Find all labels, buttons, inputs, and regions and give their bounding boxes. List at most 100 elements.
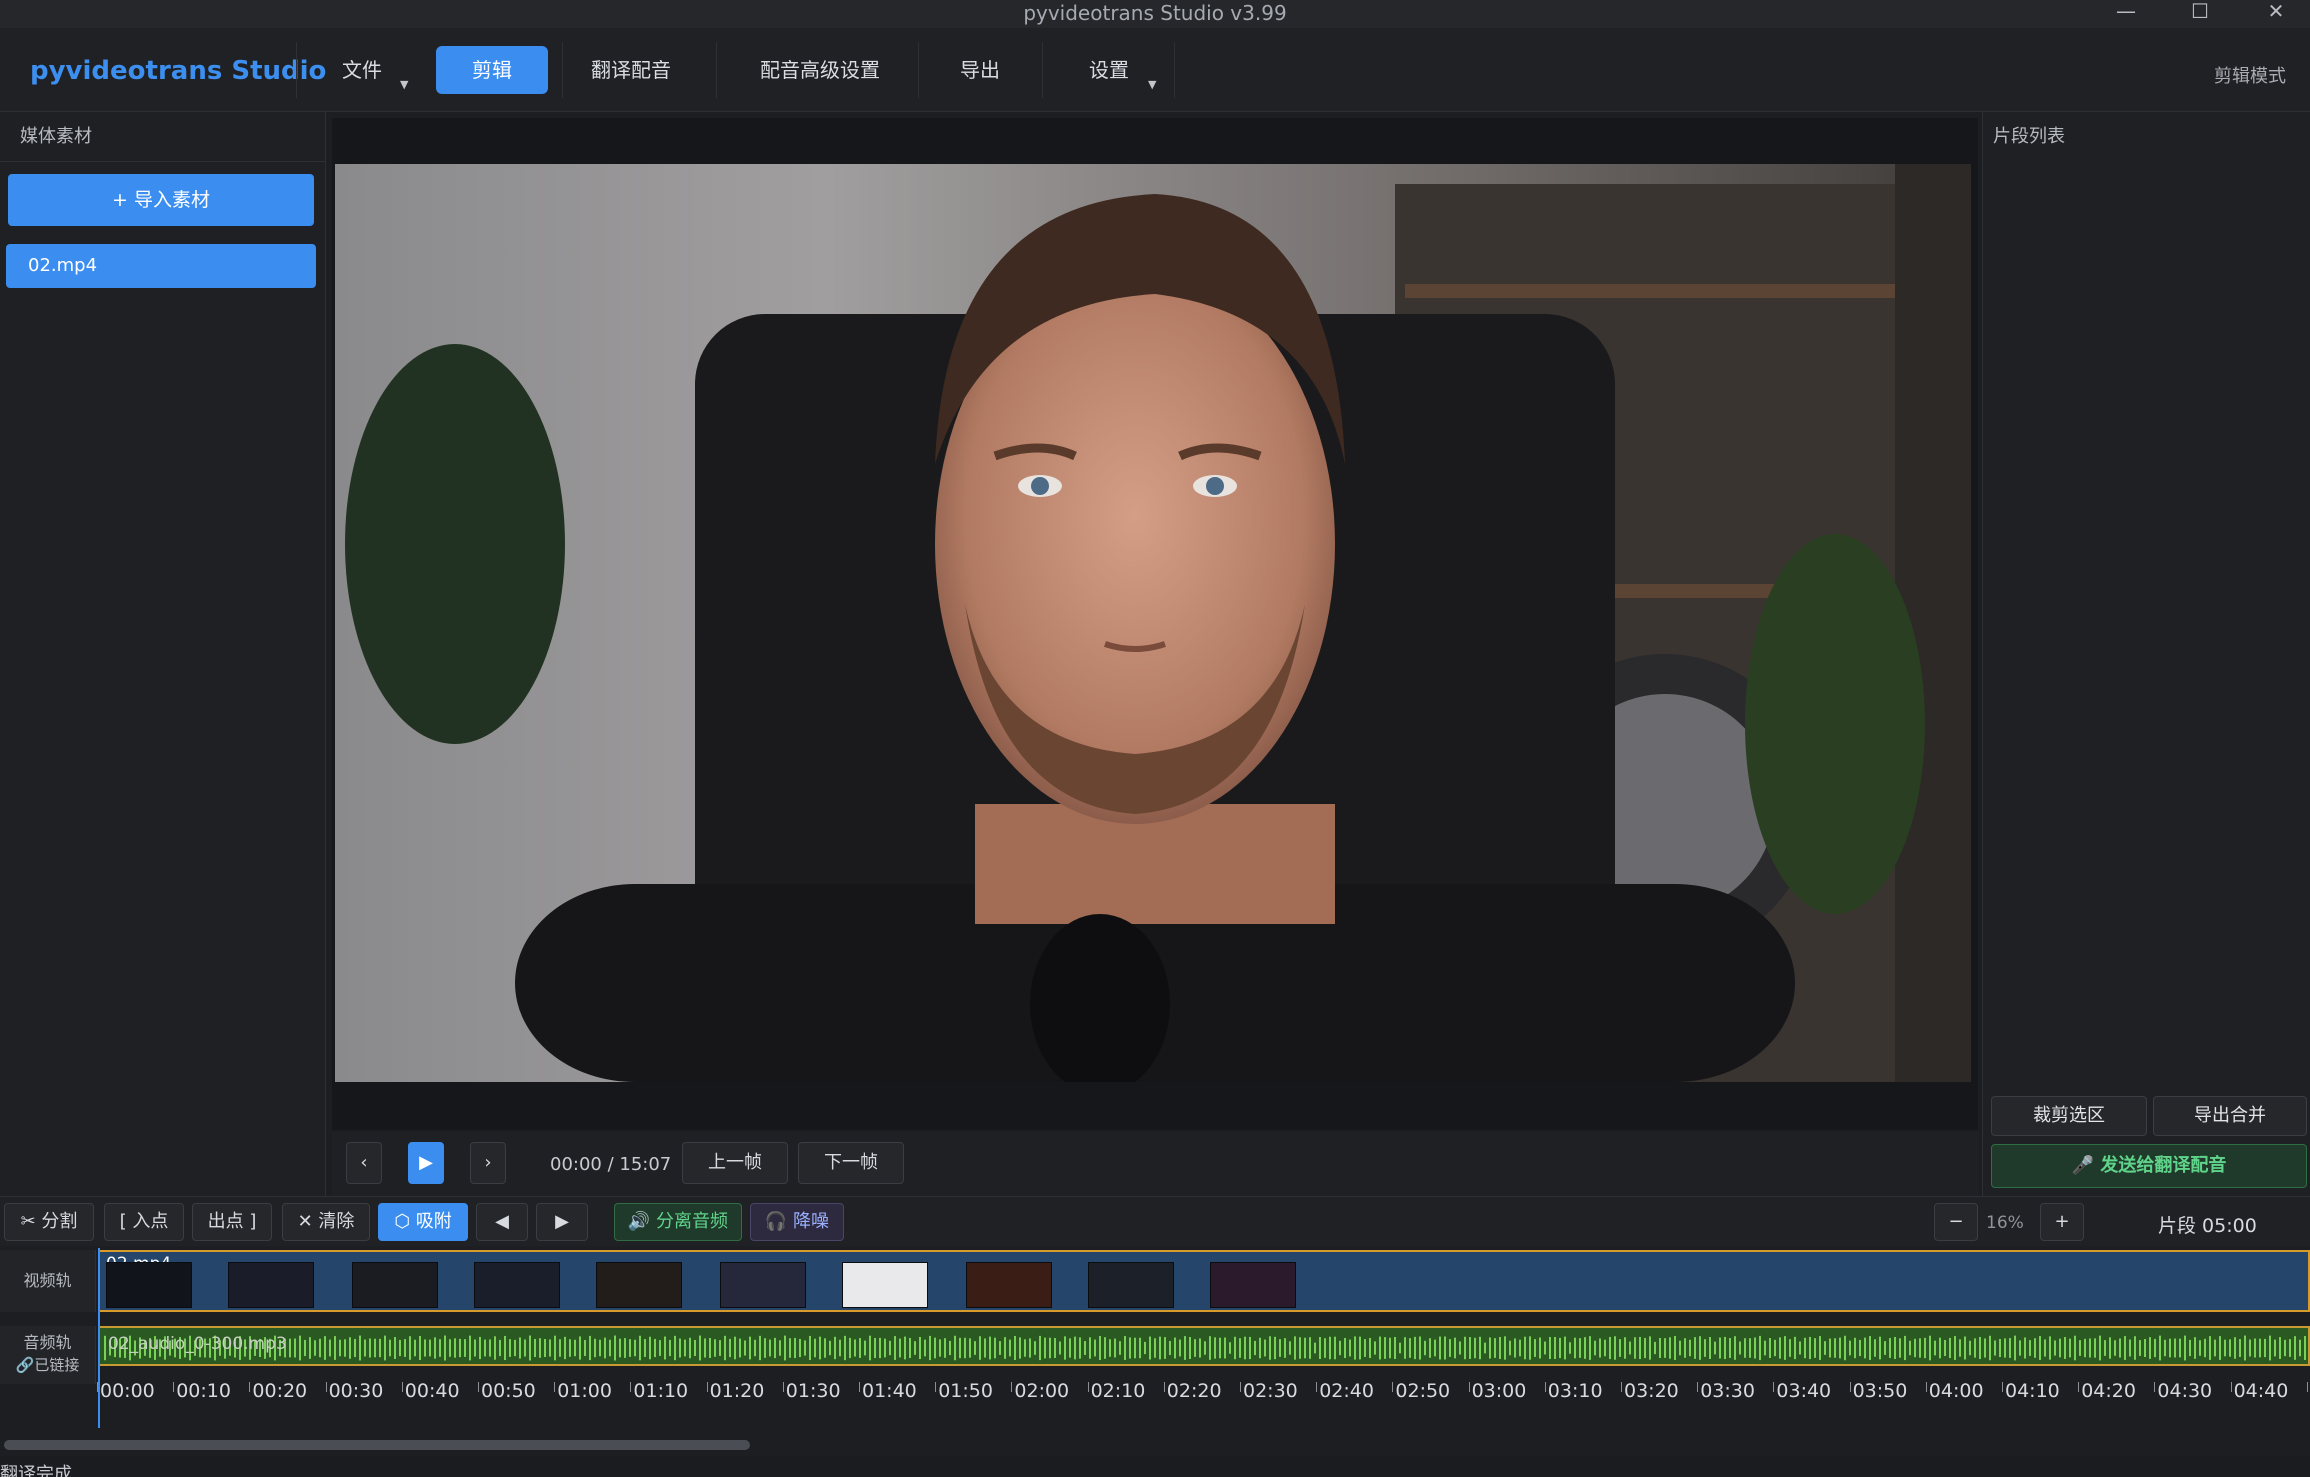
prev-frame-button[interactable]: 上一帧 xyxy=(682,1142,788,1184)
ruler-tick: 03:30 xyxy=(1697,1380,1755,1402)
settings-caret-icon[interactable]: ▼ xyxy=(1148,78,1156,91)
menu-translate-dub[interactable]: 翻译配音 xyxy=(570,46,692,94)
window-title: pyvideotrans Studio v3.99 xyxy=(1023,1,1287,25)
thumbnail xyxy=(1088,1262,1174,1308)
mode-label: 剪辑模式 xyxy=(2214,66,2286,87)
prev-clip-button[interactable]: ◀ xyxy=(476,1203,528,1241)
audio-waveform xyxy=(104,1335,2306,1361)
ruler-tick: 04:40 xyxy=(2230,1380,2289,1402)
audio-clip[interactable]: 02_audio_0-300.mp3 xyxy=(98,1326,2310,1366)
time-ruler[interactable]: 00:00 00:10 00:20 00:30 00:40 00:50 01:00 01:10… xyxy=(97,1374,2310,1414)
media-panel: 媒体素材 + 导入素材 02.mp4 xyxy=(0,112,326,1196)
out-point-button[interactable]: 出点 ] xyxy=(192,1203,272,1241)
status-text: 翻译完成 xyxy=(0,1464,72,1477)
ruler-tick: 00:30 xyxy=(325,1380,384,1402)
transport-bar: ‹ ▶ › 00:00 / 15:07 上一帧 下一帧 xyxy=(332,1132,1978,1196)
menu-export[interactable]: 导出 xyxy=(938,46,1022,94)
thumbnail xyxy=(596,1262,682,1308)
file-caret-icon[interactable]: ▼ xyxy=(400,78,408,91)
video-preview xyxy=(332,118,1978,1130)
video-clip[interactable]: 02.mp4 xyxy=(98,1250,2310,1312)
audio-track-label: 音频轨 🔗已链接 xyxy=(0,1326,96,1384)
segments-panel-title: 片段列表 xyxy=(1993,126,2065,147)
timeline-scrollbar[interactable] xyxy=(0,1438,2310,1454)
in-point-button[interactable]: [ 入点 xyxy=(104,1203,184,1241)
zoom-out-button[interactable]: − xyxy=(1934,1203,1978,1241)
thumbnail xyxy=(352,1262,438,1308)
linked-indicator[interactable]: 🔗已链接 xyxy=(0,1354,95,1376)
menu-settings[interactable]: 设置 xyxy=(1066,46,1152,94)
next-mark-button[interactable]: › xyxy=(470,1142,506,1184)
minimize-icon[interactable]: — xyxy=(2092,0,2160,28)
thumbnail xyxy=(474,1262,560,1308)
ruler-tick: 00:20 xyxy=(249,1380,308,1402)
status-bar: 翻译完成 xyxy=(0,1456,2310,1477)
ruler-tick: 01:40 xyxy=(859,1380,917,1402)
ruler-tick: 04:30 xyxy=(2154,1380,2213,1402)
segments-panel: 片段列表 裁剪选区 导出合并 🎤 发送给翻译配音 xyxy=(1982,112,2310,1196)
media-panel-title: 媒体素材 xyxy=(0,112,325,162)
menu-bar: pyvideotrans Studio 文件 ▼ 剪辑 翻译配音 配音高级设置 … xyxy=(0,28,2310,112)
clear-button[interactable]: ✕ 清除 xyxy=(282,1203,370,1241)
ruler-tick: 01:30 xyxy=(782,1380,841,1402)
play-button[interactable]: ▶ xyxy=(408,1142,444,1184)
ruler-tick: 00:50 xyxy=(478,1380,536,1402)
media-item[interactable]: 02.mp4 xyxy=(6,244,316,288)
timeline: 视频轨 02.mp4 音频轨 🔗已链接 02_audio_0-300.mp3 0… xyxy=(0,1246,2310,1446)
ruler-tick: 01:10 xyxy=(630,1380,689,1402)
ruler-tick: 04:20 xyxy=(2078,1380,2136,1402)
ruler-tick: 02:50 xyxy=(1392,1380,1451,1402)
thumbnail xyxy=(1210,1262,1296,1308)
next-clip-button[interactable]: ▶ xyxy=(536,1203,588,1241)
crop-selection-button[interactable]: 裁剪选区 xyxy=(1991,1096,2147,1136)
ruler-tick: 02:40 xyxy=(1316,1380,1374,1402)
menu-edit[interactable]: 剪辑 xyxy=(436,46,548,94)
zoom-level: 16% xyxy=(1986,1213,2024,1233)
ruler-tick: 04:10 xyxy=(2002,1380,2060,1402)
ruler-tick: 00:00 xyxy=(97,1380,155,1402)
prev-mark-button[interactable]: ‹ xyxy=(346,1142,382,1184)
ruler-tick: 03:20 xyxy=(1621,1380,1679,1402)
ruler-tick: 03:00 xyxy=(1468,1380,1527,1402)
menu-dub-advanced[interactable]: 配音高级设置 xyxy=(740,46,900,94)
thumbnail xyxy=(842,1262,928,1308)
thumbnail xyxy=(228,1262,314,1308)
menu-divider xyxy=(1042,42,1043,98)
ruler-tick: 03:10 xyxy=(1544,1380,1603,1402)
thumbnail xyxy=(966,1262,1052,1308)
timecode: 00:00 / 15:07 xyxy=(550,1154,672,1175)
ruler-tick: 04:00 xyxy=(1925,1380,1984,1402)
separate-audio-button[interactable]: 🔊 分离音频 xyxy=(614,1203,742,1241)
import-media-button[interactable]: + 导入素材 xyxy=(8,174,314,226)
maximize-icon[interactable]: ☐ xyxy=(2166,0,2234,28)
ruler-tick: 02:30 xyxy=(1240,1380,1298,1402)
ruler-tick: 00:10 xyxy=(173,1380,231,1402)
audio-clip-name: 02_audio_0-300.mp3 xyxy=(108,1334,287,1354)
ruler-tick: 01:50 xyxy=(935,1380,993,1402)
thumbnail xyxy=(720,1262,806,1308)
video-frame[interactable] xyxy=(335,164,1971,1082)
menu-divider xyxy=(1174,42,1175,98)
ruler-tick: 02:20 xyxy=(1163,1380,1222,1402)
menu-file[interactable]: 文件 xyxy=(322,46,402,94)
scrollbar-thumb[interactable] xyxy=(4,1440,750,1450)
next-frame-button[interactable]: 下一帧 xyxy=(798,1142,904,1184)
edit-toolbar: ✂ 分割 [ 入点 出点 ] ✕ 清除 ⬡ 吸附 ◀ ▶ 🔊 分离音频 🎧 降噪… xyxy=(0,1196,2310,1246)
send-to-dub-button[interactable]: 🎤 发送给翻译配音 xyxy=(1991,1144,2307,1188)
ruler-tick: 01:00 xyxy=(554,1380,612,1402)
zoom-in-button[interactable]: + xyxy=(2040,1203,2084,1241)
ruler-tick: 00:40 xyxy=(401,1380,460,1402)
menu-divider xyxy=(918,42,919,98)
thumbnail xyxy=(106,1262,192,1308)
denoise-button[interactable]: 🎧 降噪 xyxy=(750,1203,844,1241)
menu-divider xyxy=(562,42,563,98)
title-bar: pyvideotrans Studio v3.99 — ☐ ✕ xyxy=(0,0,2310,28)
segment-duration: 片段 05:00 xyxy=(2158,1215,2257,1237)
video-track-label: 视频轨 xyxy=(0,1250,96,1312)
export-merge-button[interactable]: 导出合并 xyxy=(2153,1096,2307,1136)
snap-toggle[interactable]: ⬡ 吸附 xyxy=(378,1203,468,1241)
close-icon[interactable]: ✕ xyxy=(2242,0,2310,28)
brand-logo: pyvideotrans Studio xyxy=(30,56,327,86)
ruler-tick: 02:10 xyxy=(1087,1380,1146,1402)
split-button[interactable]: ✂ 分割 xyxy=(4,1203,94,1241)
